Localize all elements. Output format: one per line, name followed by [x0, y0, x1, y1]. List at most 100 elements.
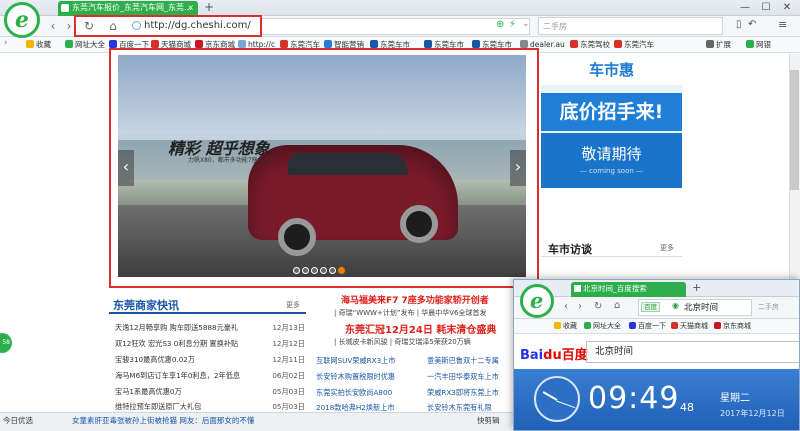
bookmark-favicon-icon	[151, 40, 159, 48]
undo-icon[interactable]: ↶	[748, 19, 756, 30]
baidu-logo[interactable]: Baidu百度	[520, 344, 588, 363]
divider	[541, 256, 682, 257]
browser-logo-icon[interactable]: e	[4, 2, 40, 38]
popup-tab-title: 北京时间_百度搜索	[583, 284, 647, 293]
news-row[interactable]: 双12狂欢 宏光S3 0利息分期 置换补贴 12月12日	[115, 338, 305, 350]
bookmark-favicon-icon	[714, 322, 721, 329]
bookmark-item[interactable]: 东莞驾校	[570, 39, 610, 51]
today-picks-button[interactable]: 今日优选	[3, 415, 33, 426]
carousel-dots	[293, 267, 347, 275]
car-window-shape	[288, 153, 408, 175]
site-info-icon[interactable]	[132, 21, 141, 30]
weekday-label: 星期二	[720, 393, 750, 404]
carousel-dot-active[interactable]	[338, 267, 345, 274]
bookmarks-arrow-icon[interactable]: ›	[4, 38, 8, 48]
popup-url-input[interactable]: 北京时间	[684, 301, 718, 313]
popup-new-tab-button[interactable]: +	[692, 281, 701, 294]
news-link[interactable]: 意美斯巴鲁双十二专属	[427, 356, 499, 366]
refresh-icon[interactable]: ↻	[80, 17, 98, 35]
carousel-dot[interactable]	[293, 267, 300, 274]
popup-lock-icon: ◉	[672, 301, 679, 310]
popup-bookmark-item[interactable]: 京东商城	[714, 321, 751, 331]
bookmark-favicon-icon	[109, 40, 117, 48]
floating-badge[interactable]: 58	[0, 333, 12, 353]
popup-refresh-icon[interactable]: ↻	[594, 301, 602, 312]
mobile-icon[interactable]: ▯	[736, 19, 742, 30]
subheadline-links[interactable]: | 奇瑞“WWW+计划”发布 | 华晨中华V6全球首发	[334, 308, 487, 318]
popup-bookmark-item[interactable]: 百度一下	[629, 321, 666, 331]
maximize-button[interactable]: ☐	[756, 1, 776, 15]
news-link[interactable]: 一汽丰田华泰双车上市	[427, 372, 499, 382]
interview-section-title: 车市访谈	[548, 243, 592, 256]
news-row[interactable]: 宝马1系最高优惠0万 05月03日	[115, 386, 305, 398]
popup-forward-icon[interactable]: ›	[578, 301, 582, 312]
promo-footer: 敬请期待 — coming soon —	[541, 133, 682, 188]
close-tab-icon[interactable]: ×	[187, 1, 194, 15]
popup-search-input[interactable]: 二手房	[756, 299, 799, 316]
speed-mode-icon[interactable]: ⚡	[509, 19, 516, 30]
browser-tab-active[interactable]: 东莞汽车报价_东莞汽车网_东莞... ×	[58, 1, 198, 16]
bookmark-item[interactable]: 东莞汽车	[614, 39, 654, 51]
popup-tab-active[interactable]: 北京时间_百度搜索	[571, 282, 686, 297]
news-link[interactable]: 荣威RX3即将东莞上市	[427, 388, 499, 398]
baidu-search-input[interactable]: 北京时间	[586, 341, 799, 363]
bookmark-favicon-icon	[614, 40, 622, 48]
quick-clip-button[interactable]: 快剪辑	[477, 415, 500, 426]
online-banking-button[interactable]: 网银	[746, 39, 771, 51]
carousel-dot[interactable]	[302, 267, 309, 274]
popup-home-icon[interactable]: ⌂	[614, 300, 620, 311]
url-input[interactable]: http://dg.cheshi.com/	[144, 20, 251, 31]
grid-icon	[706, 40, 714, 48]
extensions-button[interactable]: 扩展	[706, 39, 731, 51]
home-icon[interactable]: ⌂	[104, 17, 122, 35]
popup-bookmark-item[interactable]: 网址大全	[584, 321, 621, 331]
menu-icon[interactable]: ≡	[778, 18, 787, 31]
carousel-next-button[interactable]: ›	[510, 150, 526, 186]
carousel-dot[interactable]	[311, 267, 318, 274]
star-icon	[554, 322, 561, 329]
popup-bookmark-item[interactable]: 天猫商城	[671, 321, 708, 331]
bookmark-favicon-icon	[520, 40, 528, 48]
news-link[interactable]: 东莞实拍长安欧尚A800	[316, 388, 392, 398]
promo-coming: 敬请期待	[581, 145, 642, 163]
news-row[interactable]: 海马M6到店订车享1年0利息，2年低息 06月02日	[115, 370, 305, 382]
bookmark-favicon-icon	[671, 322, 678, 329]
bookmark-item[interactable]: 网址大全	[65, 39, 105, 51]
bookmark-favicon-icon	[424, 40, 432, 48]
dealer-news-title: 东莞商家快讯	[113, 299, 179, 312]
minimize-button[interactable]: —	[735, 1, 755, 15]
address-field-extension[interactable]	[262, 18, 530, 35]
promo-headline: 底价招手来!	[541, 93, 682, 131]
tab-title: 东莞汽车报价_东莞汽车网_东莞...	[72, 3, 192, 12]
popup-browser-logo-icon[interactable]: e	[520, 284, 554, 318]
subheadline-links[interactable]: | 长城皮卡新风骏 | 奇瑞艾瑞泽5荣获20万辆	[334, 337, 471, 347]
search-input[interactable]: 二手房	[538, 17, 723, 35]
headline-link[interactable]: 东莞汇冠12月24日 耗末清仓盛典	[345, 321, 496, 336]
carousel-dot[interactable]	[320, 267, 327, 274]
news-row[interactable]: 天逸12月畅享购 购车即送5888元豪礼 12月13日	[115, 322, 305, 334]
news-link[interactable]: 长安铃木购置税限时优惠	[316, 372, 395, 382]
bookmark-favicon-icon	[195, 40, 203, 48]
bookmark-item[interactable]: 收藏	[26, 39, 51, 51]
close-window-button[interactable]: ✕	[777, 1, 797, 15]
news-row[interactable]: 宝骏310最高优惠0.02万 12月11日	[115, 354, 305, 366]
address-dropdown-icon[interactable]: ⌄	[522, 19, 530, 29]
popup-browser-window[interactable]: 北京时间_百度搜索 + ‹ › ↻ ⌂ 百度 ◉ 北京时间 二手房 收藏 网址大…	[513, 279, 800, 431]
bank-icon	[746, 40, 754, 48]
promo-banner[interactable]: 车市惠 底价招手来! 敬请期待 — coming soon —	[541, 55, 682, 188]
carousel-dot[interactable]	[329, 267, 336, 274]
carousel-prev-button[interactable]: ‹	[118, 150, 134, 186]
bookmark-favicon-icon	[370, 40, 378, 48]
popup-back-icon[interactable]: ‹	[564, 301, 568, 312]
news-link[interactable]: 互联网SUV荣威RX3上市	[316, 356, 396, 366]
headline-link[interactable]: 海马福美来F7 7座多功能家轿开创者	[341, 293, 489, 306]
dealer-news-more-link[interactable]: 更多	[286, 300, 300, 310]
news-ticker[interactable]: 女童素肝亚毒张被孙上街被抢猫 网友：后面那女的不懂	[72, 415, 254, 426]
carousel-slide-image[interactable]: 精彩 超乎想象 力帆X80，都市多功能7座SUV	[118, 55, 526, 277]
popup-bookmark-item[interactable]: 收藏	[554, 321, 577, 331]
security-shield-icon[interactable]: ⊕	[496, 19, 504, 30]
new-tab-button[interactable]: +	[204, 0, 214, 14]
interview-more-link[interactable]: 更多	[660, 243, 674, 253]
scrollbar-thumb[interactable]	[790, 70, 799, 190]
bookmark-favicon-icon	[238, 40, 246, 48]
